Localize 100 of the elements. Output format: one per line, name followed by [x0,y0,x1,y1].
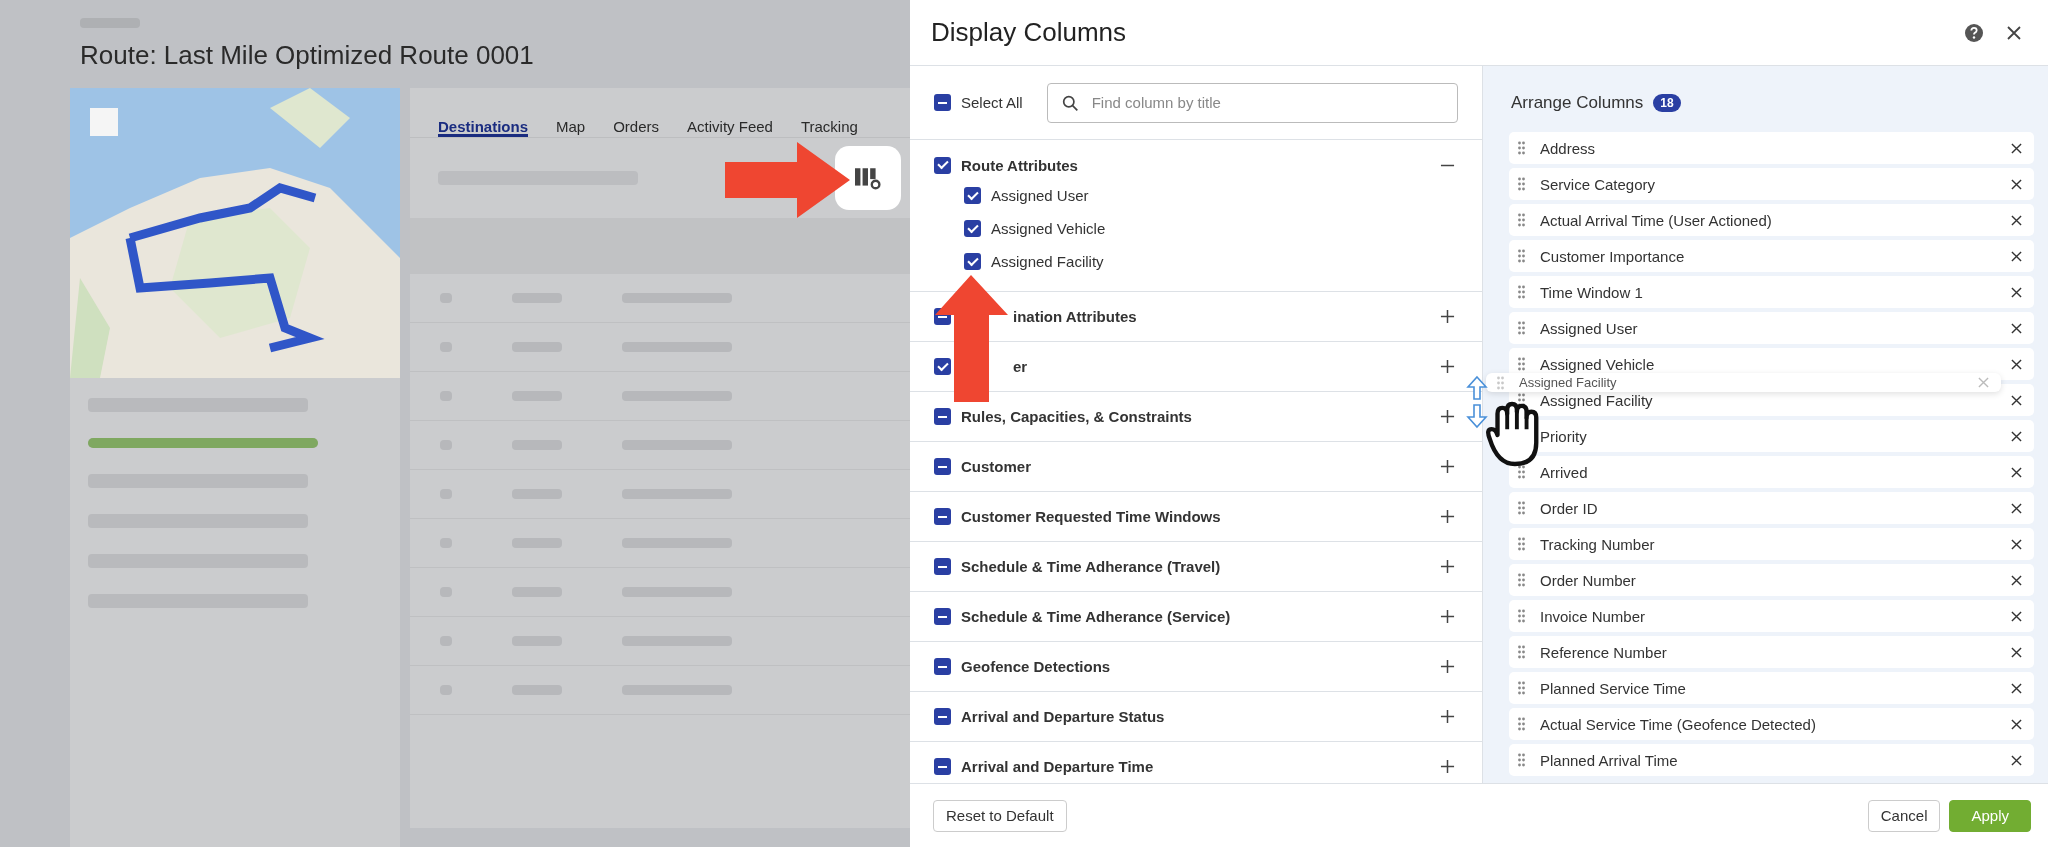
remove-icon[interactable] [2011,142,2022,154]
column-item[interactable]: Planned Arrival Time [1509,744,2034,776]
checkbox[interactable] [934,558,951,575]
checkbox[interactable] [934,708,951,725]
remove-icon[interactable] [2011,394,2022,406]
drag-handle-icon[interactable] [1517,681,1526,695]
drag-handle-icon[interactable] [1517,717,1526,731]
tab[interactable]: Orders [613,118,660,137]
drag-handle-icon[interactable] [1517,573,1526,587]
remove-icon [1978,377,1989,388]
column-item[interactable]: Order Number [1509,564,2034,596]
remove-icon[interactable] [2011,754,2022,766]
group-label[interactable]: Arrival and Departure Time [961,758,1154,775]
drag-preview-tooltip[interactable]: Assigned Facility [1486,373,2001,392]
drag-handle-icon[interactable] [1517,501,1526,515]
expand-icon[interactable] [1440,759,1455,774]
remove-icon[interactable] [2011,682,2022,694]
column-item[interactable]: Arrived [1509,456,2034,488]
column-item[interactable]: Service Category [1509,168,2034,200]
drag-handle-icon[interactable] [1517,141,1526,155]
checkbox[interactable] [964,220,981,237]
checkbox[interactable] [964,187,981,204]
group-label[interactable]: Geofence Detections [961,658,1111,675]
remove-icon[interactable] [2011,178,2022,190]
drag-handle-icon[interactable] [1517,357,1526,371]
tab[interactable]: Activity Feed [687,118,773,137]
column-item[interactable]: Time Window 1 [1509,276,2034,308]
drag-handle-icon[interactable] [1517,645,1526,659]
checkbox[interactable] [934,608,951,625]
search-field[interactable]: Find column by title [1046,82,1458,123]
checkbox[interactable] [934,94,951,111]
drag-handle-icon[interactable] [1517,285,1526,299]
drag-handle-icon[interactable] [1517,213,1526,227]
reset-button[interactable]: Reset to Default [933,799,1067,832]
remove-icon[interactable] [2011,250,2022,262]
page-title: Route: Last Mile Optimized Route 0001 [80,40,535,71]
expand-icon[interactable] [1440,659,1455,674]
remove-icon[interactable] [2011,646,2022,658]
checkbox[interactable] [934,156,951,174]
checkbox[interactable] [934,458,951,475]
drag-handle-icon[interactable] [1517,177,1526,191]
column-item[interactable]: Actual Service Time (Geofence Detected) [1509,708,2034,740]
remove-icon[interactable] [2011,538,2022,550]
group-label[interactable]: Arrival and Departure Status [961,708,1165,725]
checkbox[interactable] [934,408,951,425]
remove-icon[interactable] [2011,430,2022,442]
column-name: Actual Service Time (Geofence Detected) [1540,715,1817,733]
drag-handle-icon[interactable] [1517,249,1526,263]
up-down-arrow-icon [1466,375,1488,429]
drag-handle-icon[interactable] [1517,753,1526,767]
expand-icon[interactable] [1440,409,1455,424]
checkbox[interactable] [964,253,981,270]
group-label[interactable]: er [1013,358,1028,375]
group-label[interactable]: Rules, Capacities, & Constraints [961,408,1192,425]
checkbox[interactable] [934,658,951,675]
remove-icon[interactable] [2011,214,2022,226]
remove-icon[interactable] [2011,718,2022,730]
remove-icon[interactable] [2011,286,2022,298]
column-name: Customer Importance [1540,247,1686,265]
expand-icon[interactable] [1440,309,1455,324]
remove-icon[interactable] [2011,610,2022,622]
drag-handle-icon[interactable] [1517,537,1526,551]
column-item[interactable]: Assigned User [1509,312,2034,344]
group-label[interactable]: ination Attributes [1013,308,1137,325]
drag-handle-icon[interactable] [1517,609,1526,623]
drag-handle-icon[interactable] [1517,465,1526,479]
tab[interactable]: Tracking [800,118,858,137]
group-label[interactable]: Route Attributes [961,156,1078,174]
checkbox[interactable] [934,358,951,375]
column-item[interactable]: Invoice Number [1509,600,2034,632]
group-label[interactable]: Customer [961,458,1031,475]
column-item[interactable]: Planned Service Time [1509,672,2034,704]
column-item[interactable]: Tracking Number [1509,528,2034,560]
checkbox[interactable] [934,508,951,525]
column-settings-icon[interactable] [855,166,881,190]
expand-icon[interactable] [1440,459,1455,474]
remove-icon[interactable] [2011,358,2022,370]
group-label[interactable]: Schedule & Time Adherance (Service) [961,608,1231,625]
remove-icon[interactable] [2011,322,2022,334]
tab[interactable]: Destinations [438,118,528,137]
remove-icon[interactable] [2011,502,2022,514]
remove-icon[interactable] [2011,574,2022,586]
group-label[interactable]: Schedule & Time Adherance (Travel) [961,558,1221,575]
column-item[interactable]: Reference Number [1509,636,2034,668]
tab[interactable]: Map [556,118,586,137]
column-item[interactable]: Customer Importance [1509,240,2034,272]
expand-icon[interactable] [1440,609,1455,624]
checkbox[interactable] [934,758,951,775]
expand-icon[interactable] [1440,509,1455,524]
cancel-button[interactable]: Cancel [1867,799,1941,832]
expand-icon[interactable] [1440,559,1455,574]
column-item[interactable]: Address [1509,132,2034,164]
column-item[interactable]: Order ID [1509,492,2034,524]
drag-handle-icon[interactable] [1517,321,1526,335]
expand-icon[interactable] [1440,709,1455,724]
help-icon[interactable] [1964,22,1984,43]
remove-icon[interactable] [2011,466,2022,478]
group-label[interactable]: Customer Requested Time Windows [961,508,1221,525]
column-item[interactable]: Actual Arrival Time (User Actioned) [1509,204,2034,236]
expand-icon[interactable] [1440,359,1455,374]
